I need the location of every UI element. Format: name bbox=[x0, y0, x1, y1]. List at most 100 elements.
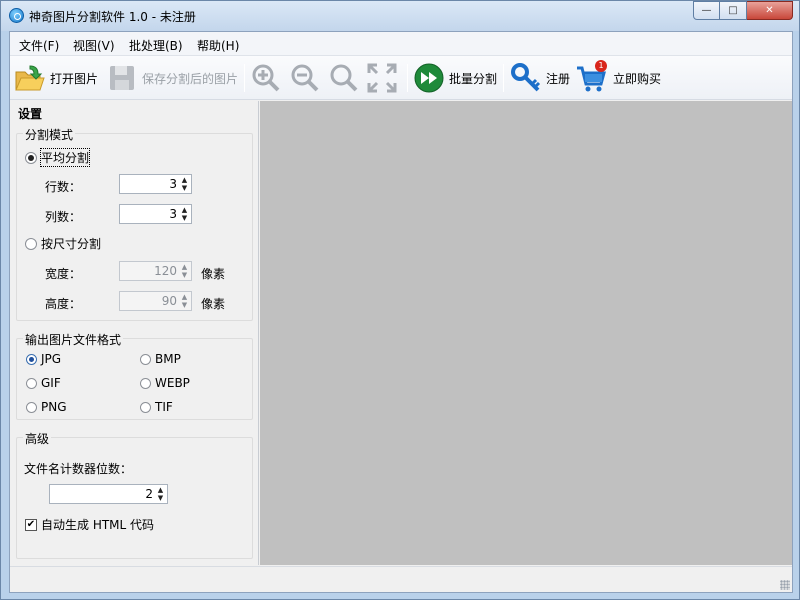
toolbar-separator bbox=[503, 64, 504, 92]
width-value: 120 bbox=[154, 264, 177, 278]
app-window: 神奇图片分割软件 1.0 - 未注册 — □ ✕ 文件(F) 视图(V) 批处理… bbox=[0, 0, 800, 600]
generate-html-label: 自动生成 HTML 代码 bbox=[41, 518, 155, 532]
checkmark-icon: ✔ bbox=[25, 518, 37, 531]
status-bar bbox=[10, 566, 792, 592]
menu-bar: 文件(F) 视图(V) 批处理(B) 帮助(H) bbox=[10, 32, 792, 56]
rows-spinner[interactable]: 3 ▲ ▼ bbox=[119, 174, 192, 194]
zoom-fit-button[interactable] bbox=[328, 62, 360, 94]
app-logo-icon bbox=[9, 8, 24, 23]
open-image-button[interactable]: 打开图片 bbox=[14, 62, 98, 94]
fullscreen-button[interactable] bbox=[366, 62, 398, 94]
format-png-radio[interactable]: PNG bbox=[26, 400, 67, 414]
height-spinner[interactable]: 90 ▲ ▼ bbox=[119, 291, 192, 311]
width-label: 宽度： bbox=[45, 267, 82, 281]
format-webp-radio[interactable]: WEBP bbox=[140, 376, 190, 390]
split-mode-title: 分割模式 bbox=[23, 126, 76, 143]
format-jpg-radio[interactable]: JPG bbox=[26, 352, 61, 366]
generate-html-checkbox[interactable]: ✔ 自动生成 HTML 代码 bbox=[25, 516, 154, 533]
toolbar-separator bbox=[407, 64, 408, 92]
width-spinner[interactable]: 120 ▲ ▼ bbox=[119, 261, 192, 281]
height-label: 高度： bbox=[45, 297, 82, 311]
toolbar-separator bbox=[244, 64, 245, 92]
format-png-label: PNG bbox=[41, 400, 67, 414]
window-title: 神奇图片分割软件 1.0 - 未注册 bbox=[29, 10, 196, 24]
window-controls: — □ ✕ bbox=[693, 1, 793, 21]
spinner-arrows-icon[interactable]: ▲ ▼ bbox=[179, 293, 190, 309]
output-format-group: 输出图片文件格式 JPG BMP GIF WEBP PNG TIF bbox=[16, 331, 253, 420]
spinner-arrows-icon[interactable]: ▲ ▼ bbox=[155, 486, 166, 502]
image-canvas[interactable] bbox=[260, 101, 792, 565]
resize-grip-icon[interactable] bbox=[780, 580, 790, 590]
format-tif-radio[interactable]: TIF bbox=[140, 400, 173, 414]
zoom-out-icon bbox=[291, 64, 319, 92]
average-split-label: 平均分割 bbox=[39, 148, 91, 167]
settings-panel: 设置 分割模式 平均分割 行数： 3 ▲ ▼ 列数： 3 ▲ ▼ 按尺寸分割 宽… bbox=[10, 101, 259, 565]
zoom-out-button[interactable] bbox=[289, 62, 321, 94]
open-image-label: 打开图片 bbox=[50, 71, 99, 86]
by-size-split-radio[interactable]: 按尺寸分割 bbox=[25, 235, 101, 252]
register-label: 注册 bbox=[546, 71, 571, 86]
radio-dot bbox=[26, 353, 37, 365]
title-bar[interactable]: 神奇图片分割软件 1.0 - 未注册 — □ ✕ bbox=[1, 1, 799, 31]
average-split-radio[interactable]: 平均分割 bbox=[25, 148, 91, 167]
save-split-label: 保存分割后的图片 bbox=[142, 71, 239, 86]
rows-label: 行数： bbox=[45, 180, 82, 194]
spinner-arrows-icon[interactable]: ▲ ▼ bbox=[179, 206, 190, 222]
key-icon bbox=[511, 63, 541, 92]
save-split-button[interactable]: 保存分割后的图片 bbox=[106, 62, 238, 94]
format-tif-label: TIF bbox=[155, 400, 173, 414]
cols-label: 列数： bbox=[45, 210, 82, 224]
close-button[interactable]: ✕ bbox=[747, 1, 793, 20]
settings-title: 设置 bbox=[18, 107, 43, 121]
spinner-arrows-icon[interactable]: ▲ ▼ bbox=[179, 176, 190, 192]
fast-forward-icon bbox=[414, 63, 444, 93]
format-gif-label: GIF bbox=[41, 376, 61, 390]
radio-dot bbox=[25, 237, 37, 250]
radio-dot bbox=[140, 377, 151, 389]
format-bmp-label: BMP bbox=[155, 352, 181, 366]
counter-digits-label: 文件名计数器位数： bbox=[24, 462, 133, 476]
maximize-button[interactable]: □ bbox=[720, 1, 747, 20]
cart-icon: 1 bbox=[575, 60, 607, 94]
format-gif-radio[interactable]: GIF bbox=[26, 376, 61, 390]
radio-dot bbox=[26, 377, 37, 389]
buy-now-label: 立即购买 bbox=[613, 71, 662, 86]
batch-split-label: 批量分割 bbox=[449, 71, 498, 86]
save-icon bbox=[110, 66, 134, 90]
zoom-fit-icon bbox=[330, 64, 358, 92]
menu-view[interactable]: 视图(V) bbox=[73, 37, 115, 54]
minimize-button[interactable]: — bbox=[693, 1, 720, 20]
zoom-in-button[interactable] bbox=[250, 62, 282, 94]
fullscreen-icon bbox=[367, 63, 397, 93]
radio-dot bbox=[140, 353, 151, 365]
counter-digits-value: 2 bbox=[145, 487, 153, 501]
register-button[interactable]: 注册 bbox=[510, 62, 570, 94]
advanced-title: 高级 bbox=[23, 430, 52, 447]
height-value: 90 bbox=[161, 294, 177, 308]
advanced-group: 高级 文件名计数器位数： 2 ▲ ▼ ✔ 自动生成 HTML 代码 bbox=[16, 430, 253, 559]
menu-batch[interactable]: 批处理(B) bbox=[129, 37, 183, 54]
width-unit: 像素 bbox=[201, 267, 226, 281]
buy-now-button[interactable]: 1 立即购买 bbox=[575, 60, 662, 94]
split-mode-group: 分割模式 平均分割 行数： 3 ▲ ▼ 列数： 3 ▲ ▼ 按尺寸分割 宽度： … bbox=[16, 126, 253, 321]
menu-help[interactable]: 帮助(H) bbox=[197, 37, 239, 54]
folder-open-icon bbox=[15, 65, 45, 91]
by-size-split-label: 按尺寸分割 bbox=[41, 237, 102, 251]
toolbar: 打开图片 保存分割后的图片 批量分割 注册 1 立即购买 bbox=[10, 56, 792, 100]
batch-split-button[interactable]: 批量分割 bbox=[413, 62, 497, 94]
radio-dot bbox=[140, 401, 151, 413]
cols-spinner[interactable]: 3 ▲ ▼ bbox=[119, 204, 192, 224]
cart-badge: 1 bbox=[595, 60, 607, 72]
format-jpg-label: JPG bbox=[41, 352, 62, 366]
radio-dot bbox=[26, 401, 37, 413]
format-bmp-radio[interactable]: BMP bbox=[140, 352, 181, 366]
cols-value: 3 bbox=[169, 207, 177, 221]
output-format-title: 输出图片文件格式 bbox=[23, 331, 124, 348]
menu-file[interactable]: 文件(F) bbox=[19, 37, 59, 54]
format-webp-label: WEBP bbox=[155, 376, 190, 390]
counter-digits-spinner[interactable]: 2 ▲ ▼ bbox=[49, 484, 168, 504]
spinner-arrows-icon[interactable]: ▲ ▼ bbox=[179, 263, 190, 279]
rows-value: 3 bbox=[169, 177, 177, 191]
height-unit: 像素 bbox=[201, 297, 226, 311]
zoom-in-icon bbox=[252, 64, 280, 92]
